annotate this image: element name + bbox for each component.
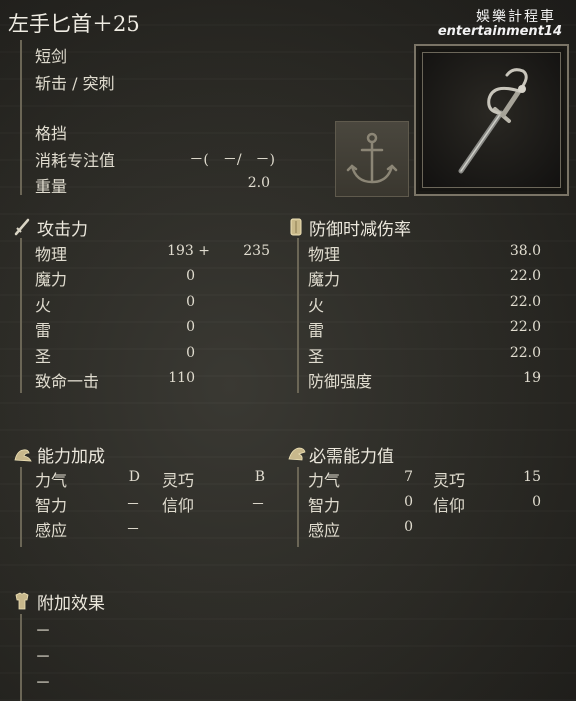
requirement-label: 感应 (308, 521, 341, 540)
attack-base: 0 (186, 268, 195, 284)
arm-icon (13, 445, 32, 463)
attack-label: 魔力 (35, 270, 68, 289)
divider-line (20, 238, 22, 393)
effect-item: － (35, 673, 52, 692)
watermark-cn: 娛樂計程車 (476, 9, 556, 25)
guard-label: 火 (308, 296, 325, 315)
attack-base: 0 (186, 294, 195, 310)
scaling-label: 灵巧 (162, 471, 195, 490)
skill-name: 格挡 (35, 124, 68, 143)
weight-value: 2.0 (247, 175, 270, 191)
requirement-value: 0 (404, 519, 413, 535)
divider-line (297, 467, 299, 547)
attack-base: 110 (168, 370, 195, 386)
scaling-label: 感应 (35, 521, 68, 540)
guard-label: 防御强度 (308, 372, 373, 391)
requirement-label: 信仰 (433, 496, 466, 515)
scaling-grade: D (128, 469, 140, 485)
armor-icon (13, 592, 31, 610)
scaling-label: 智力 (35, 496, 68, 515)
guard-value: 19 (523, 370, 541, 386)
guard-label: 雷 (308, 321, 325, 340)
weight-label: 重量 (35, 177, 68, 196)
sword-icon (13, 218, 31, 236)
requirements-header: 必需能力值 (309, 447, 394, 467)
item-detail-screen: { "title": "左手匕首＋25", "watermark": { "li… (0, 0, 576, 701)
guard-value: 22.0 (509, 319, 541, 335)
attack-bonus: 235 (243, 243, 270, 259)
scaling-grade: － (251, 497, 265, 513)
attack-base: 193 + (167, 243, 210, 259)
divider-line (20, 467, 22, 547)
scaling-grade: － (126, 522, 140, 538)
attack-header: 攻击力 (37, 220, 88, 240)
scaling-grade: － (126, 497, 140, 513)
anchor-icon (346, 132, 398, 184)
requirement-value: 15 (523, 469, 541, 485)
scaling-label: 力气 (35, 471, 68, 490)
attack-label: 圣 (35, 347, 52, 366)
guard-value: 22.0 (509, 345, 541, 361)
attack-label: 火 (35, 296, 52, 315)
fp-label: 消耗专注值 (35, 151, 116, 170)
item-title: 左手匕首＋25 (8, 12, 140, 36)
requirement-value: 7 (404, 469, 413, 485)
dagger-icon (458, 68, 528, 174)
attack-base: 0 (186, 345, 195, 361)
guard-value: 22.0 (509, 294, 541, 310)
requirement-label: 灵巧 (433, 471, 466, 490)
effects-header: 附加效果 (37, 594, 105, 614)
divider-line (20, 40, 22, 195)
requirement-value: 0 (404, 494, 413, 510)
guard-header: 防御时减伤率 (309, 220, 411, 240)
divider-line (297, 238, 299, 393)
requirement-label: 力气 (308, 471, 341, 490)
guard-value: 22.0 (509, 268, 541, 284)
damage-type: 斩击 / 突刺 (35, 74, 115, 93)
requirement-label: 智力 (308, 496, 341, 515)
shield-icon (289, 218, 307, 236)
effect-item: － (35, 621, 52, 640)
effect-item: － (35, 647, 52, 666)
fp-value: －( －/ －) (189, 152, 275, 168)
hand-icon (287, 445, 306, 463)
attack-label: 致命一击 (35, 372, 100, 391)
guard-label: 圣 (308, 347, 325, 366)
guard-value: 38.0 (509, 243, 541, 259)
requirement-value: 0 (532, 494, 541, 510)
guard-label: 物理 (308, 245, 341, 264)
ash-of-war-slot[interactable] (335, 121, 409, 197)
scaling-header: 能力加成 (37, 447, 105, 467)
attack-label: 雷 (35, 321, 52, 340)
divider-line (20, 614, 22, 701)
attack-base: 0 (186, 319, 195, 335)
weapon-image-frame (414, 44, 569, 196)
guard-label: 魔力 (308, 270, 341, 289)
weapon-type: 短剑 (35, 47, 68, 66)
watermark-en: entertainment14 (437, 24, 562, 39)
scaling-label: 信仰 (162, 496, 195, 515)
scaling-grade: B (254, 469, 265, 485)
attack-label: 物理 (35, 245, 68, 264)
